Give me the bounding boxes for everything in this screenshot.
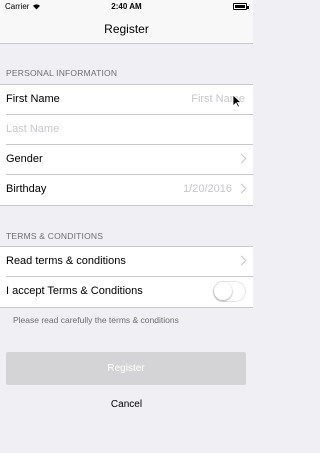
- birthday-value: 1/20/2016: [183, 183, 232, 195]
- birthday-row[interactable]: Birthday 1/20/2016: [6, 175, 253, 205]
- mouse-cursor-icon: [232, 94, 242, 108]
- cancel-button[interactable]: Cancel: [0, 399, 253, 410]
- first-name-label: First Name: [6, 93, 60, 105]
- chevron-right-icon: [236, 255, 247, 266]
- terms-header: TERMS & CONDITIONS: [6, 231, 104, 241]
- status-bar: Carrier 2:40 AM: [0, 0, 253, 14]
- accept-terms-row: I accept Terms & Conditions: [6, 277, 253, 307]
- read-terms-label: Read terms & conditions: [6, 255, 126, 267]
- battery-icon: [233, 3, 249, 10]
- last-name-row[interactable]: Last Name: [6, 115, 253, 145]
- chevron-right-icon: [236, 153, 247, 164]
- accept-terms-label: I accept Terms & Conditions: [6, 285, 143, 297]
- birthday-label: Birthday: [6, 183, 47, 195]
- navigation-bar: Register: [0, 14, 253, 44]
- toggle-knob: [214, 282, 232, 300]
- gender-label: Gender: [6, 153, 43, 165]
- first-name-row[interactable]: First Name First Name: [6, 85, 253, 115]
- terms-group: Read terms & conditions I accept Terms &…: [0, 246, 253, 308]
- status-time: 2:40 AM: [111, 2, 142, 11]
- accept-terms-toggle[interactable]: [213, 281, 246, 302]
- last-name-input[interactable]: Last Name: [6, 123, 59, 135]
- page-title: Register: [104, 22, 149, 36]
- chevron-right-icon: [236, 183, 247, 194]
- terms-footnote: Please read carefully the terms & condit…: [13, 315, 179, 325]
- read-terms-row[interactable]: Read terms & conditions: [6, 247, 253, 277]
- personal-info-header: PERSONAL INFORMATION: [6, 68, 118, 78]
- personal-info-group: First Name First Name Last Name Gender B…: [0, 84, 253, 206]
- gender-row[interactable]: Gender: [6, 145, 253, 175]
- register-button[interactable]: Register: [6, 352, 246, 385]
